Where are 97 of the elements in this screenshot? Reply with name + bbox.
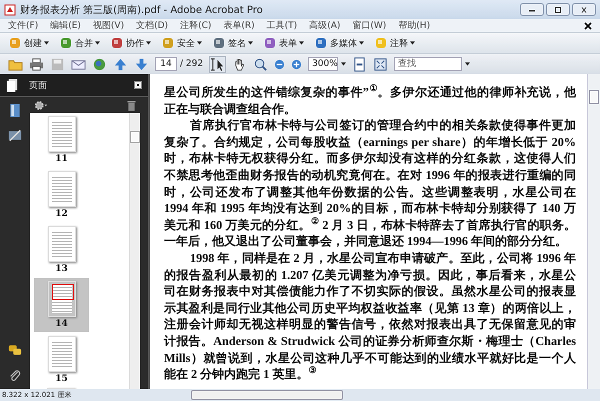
task-icon (110, 36, 124, 50)
text-line: 司在财务报表中对其偿债能力作了不切实际的假设。虽然水星公司的报表显 (164, 283, 576, 300)
text-line: 能在 2 分钟内跑完 1 英里。$^{③}$ (164, 366, 318, 383)
maximize-button[interactable] (546, 3, 570, 16)
text-line: 1994 年和 1995 年均没有达到 20%的目标，而布林卡特却分别获得了 140 万 (164, 200, 576, 217)
task-icon (8, 36, 22, 50)
page-thumbnail (48, 336, 76, 372)
menu-item[interactable]: 文档(D) (136, 19, 168, 32)
text-line: 不禁思考他歪曲财务报告的动机究竟何在。在对 1996 年的报表进行重编的同 (164, 166, 576, 184)
minimize-button[interactable] (520, 3, 544, 16)
page-number-field[interactable]: 14 (155, 57, 177, 71)
pdf-icon (4, 4, 16, 16)
scrollbar[interactable] (587, 74, 600, 389)
print-icon[interactable] (29, 56, 44, 72)
fit-page-icon[interactable] (352, 56, 368, 72)
up-arrow-icon[interactable] (113, 56, 128, 72)
caret-icon (95, 41, 100, 45)
menu-item[interactable]: 高级(A) (309, 19, 340, 32)
gear-icon[interactable] (34, 100, 48, 110)
task-icon (212, 36, 226, 50)
text-line: 计报告。Anderson & Strudwick 公司的证券分析师查尔斯・梅理士（Charles (164, 332, 576, 350)
signature-icon[interactable] (8, 128, 22, 143)
task-button[interactable]: 注释 (374, 36, 415, 50)
caret-icon (410, 41, 415, 45)
text-line: 正在与联合调查组合作。 (164, 100, 297, 118)
caret-icon (299, 41, 304, 45)
pages-icon[interactable] (6, 78, 19, 92)
bookmark-icon[interactable] (8, 103, 22, 118)
text-line: 一年后，他又退出了公司董事会，并同意退还 1994—1996 年间的部分分红。 (164, 233, 568, 250)
text-line: 时，公司还发布了调整其他年份数据的公告。这些调整表明，水星公司在 (164, 184, 576, 200)
menu-item[interactable]: 工具(T) (266, 19, 298, 32)
search-field[interactable]: 查找 (394, 57, 462, 71)
down-arrow-icon[interactable] (134, 56, 149, 72)
zoom-in-icon[interactable] (291, 58, 302, 70)
task-button[interactable]: 多媒体 (314, 36, 364, 50)
maximize-icon (553, 6, 563, 12)
task-icon (314, 36, 328, 50)
caret-icon (197, 41, 202, 45)
page-count: / 292 (180, 59, 204, 69)
task-button[interactable]: 协作 (110, 36, 151, 50)
dropdown-caret-icon[interactable] (341, 62, 346, 66)
text-line: 1998 年，同样是在 2 月，水星公司宣布申请破产。至此，公司将 1996 年 (189, 250, 576, 267)
page-thumbnail-item[interactable]: 14 (34, 278, 89, 332)
panel-menu-icon[interactable] (134, 81, 142, 89)
menu-item[interactable]: 文件(F) (8, 19, 38, 32)
paperclip-icon[interactable] (8, 368, 22, 383)
trash-icon[interactable] (127, 100, 136, 110)
zoom-out-icon[interactable] (274, 58, 286, 70)
zoom-icon[interactable] (253, 56, 268, 72)
close-document-icon[interactable] (584, 22, 592, 30)
comments-icon[interactable] (8, 343, 22, 358)
text-line: 注册会计师却无视这样明显的警告信号，依然对报表出具了无保留意见的审 (164, 316, 576, 333)
page-thumbnail (48, 171, 76, 207)
caret-icon (44, 41, 49, 45)
menu-item[interactable]: 视图(V) (92, 19, 124, 32)
page-thumbnail-item[interactable]: 15 (34, 333, 89, 387)
task-button[interactable]: 安全 (161, 36, 202, 50)
menu-item[interactable]: 窗口(W) (352, 19, 386, 32)
search-caret-icon[interactable] (465, 62, 470, 66)
caret-icon (359, 41, 364, 45)
menu-item[interactable]: 编辑(E) (50, 19, 81, 32)
zoom-field[interactable]: 300% (308, 57, 338, 71)
page-thumbnail-item[interactable]: 12 (34, 168, 89, 222)
close-icon (579, 6, 589, 12)
scrollbar[interactable] (129, 113, 140, 389)
page-thumbnail (48, 226, 76, 262)
text-line: 美元和 160 万美元的分红。$^{②}$ 2 月 3 日，布林卡特辞去了首席执行官的职务。 (164, 216, 576, 234)
full-screen-icon[interactable] (373, 56, 388, 72)
text-line: 首席执行官布林卡特与公司签订的管理合约中的相关条款使得事件更加 (189, 117, 576, 134)
task-button[interactable]: 合并 (59, 36, 100, 50)
menu-item[interactable]: 表单(R) (223, 19, 255, 32)
menu-item[interactable]: 帮助(H) (398, 19, 430, 32)
text-line: 复杂了。合约规定，公司每股收益（earnings per share）的年增长低于 20% (164, 134, 576, 150)
text-line: 星公司所发生的这件错综复杂的事件”$^{①}$。多伊尔还通过他的律师补充说，他 (164, 84, 576, 101)
page-thumbnail-item[interactable]: 11 (34, 113, 89, 167)
text-line: 示其盈利是同行业其他公司历史平均权益收益率（见第 13 章）的两倍以上， (164, 300, 576, 316)
panel-title: 页面 (29, 80, 48, 92)
horizontal-scrollbar[interactable] (191, 390, 344, 400)
text-line: Mills）就曾说到，水星公司这种几乎不可能达到的业绩水平就好比是一个人 (164, 350, 576, 366)
close-button[interactable] (572, 3, 596, 16)
page-thumbnail-item[interactable]: 13 (34, 223, 89, 277)
page-thumbnail (48, 116, 76, 152)
task-icon (374, 36, 388, 50)
task-button[interactable]: 表单 (263, 36, 304, 50)
view-rectangle (52, 284, 74, 300)
select-cursor-icon[interactable] (209, 56, 226, 72)
text-line: 的报告盈利从最初的 1.207 亿美元调整为净亏损。因此，事后看来，水星公 (164, 266, 576, 284)
menu-item[interactable]: 注释(C) (180, 19, 212, 32)
task-icon (161, 36, 175, 50)
caret-icon (146, 41, 151, 45)
task-button[interactable]: 创建 (8, 36, 49, 50)
caret-icon (248, 41, 253, 45)
task-button[interactable]: 签名 (212, 36, 253, 50)
task-icon (263, 36, 277, 50)
task-icon (59, 36, 73, 50)
text-line: 时，布林卡特无权获得分红。而多伊尔却没有这样的分红条款，这使得人们 (164, 150, 576, 167)
window-title: 财务报表分析 第三版(周南).pdf - Adobe Acrobat Pro (20, 4, 264, 16)
